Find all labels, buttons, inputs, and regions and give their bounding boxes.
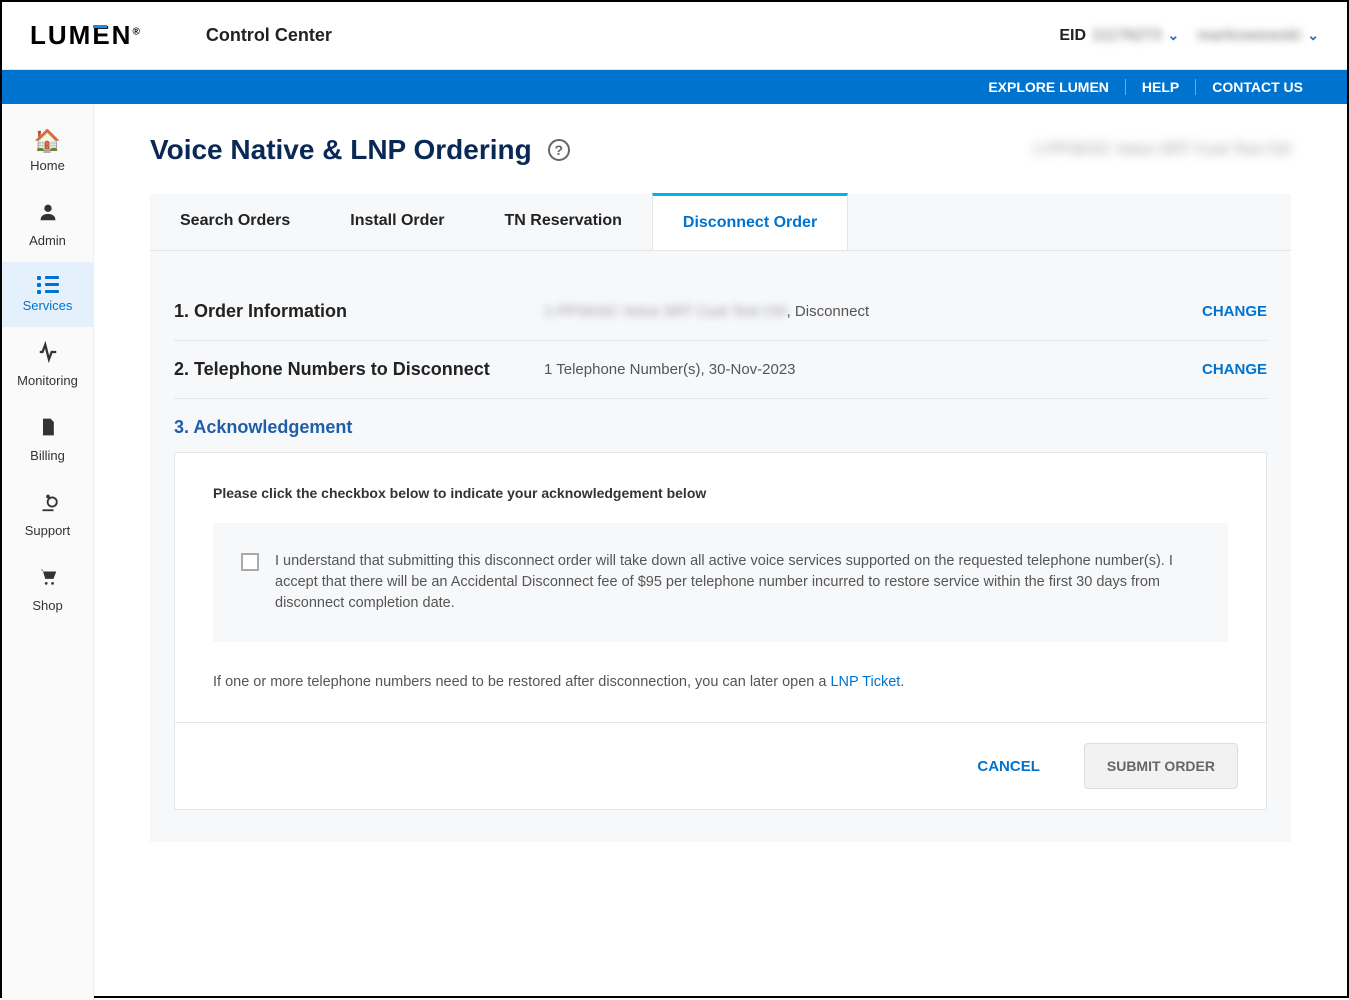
user-icon	[37, 201, 59, 229]
chevron-down-icon: ⌄	[1307, 27, 1319, 44]
sidebar-item-label: Monitoring	[17, 373, 78, 388]
invoice-icon	[38, 416, 58, 444]
page-title: Voice Native & LNP Ordering	[150, 134, 532, 166]
chevron-down-icon: ⌄	[1167, 27, 1179, 44]
step-summary: 1-PPSKSC Voice SRT Cust Test Ctrl, Disco…	[544, 303, 1202, 320]
tab-bar: Search Orders Install Order TN Reservati…	[150, 194, 1291, 251]
sidebar-item-label: Shop	[32, 598, 62, 613]
lnp-ticket-link[interactable]: LNP Ticket	[830, 674, 900, 690]
cancel-button[interactable]: CANCEL	[961, 746, 1056, 787]
submit-order-button[interactable]: SUBMIT ORDER	[1084, 743, 1238, 789]
sidebar-item-home[interactable]: 🏠 Home	[2, 114, 93, 187]
restore-note: If one or more telephone numbers need to…	[213, 674, 1228, 690]
app-header: LUMEN® Control Center EID 11176273 ⌄ mar…	[2, 2, 1347, 70]
tab-search-orders[interactable]: Search Orders	[150, 194, 320, 250]
nav-explore-lumen[interactable]: EXPLORE LUMEN	[972, 79, 1125, 95]
sidebar-item-admin[interactable]: Admin	[2, 187, 93, 262]
step-title: 2. Telephone Numbers to Disconnect	[174, 359, 544, 380]
customer-name: 1-PPSKSC Voice SRT Cust Test Ctrl	[1032, 141, 1291, 159]
acknowledgement-card: Please click the checkbox below to indic…	[174, 452, 1267, 810]
nav-help[interactable]: HELP	[1125, 79, 1195, 95]
activity-icon	[37, 341, 59, 369]
user-value: markowewski	[1197, 27, 1301, 45]
disconnect-panel: 1. Order Information 1-PPSKSC Voice SRT …	[150, 251, 1291, 842]
ack-text: I understand that submitting this discon…	[275, 551, 1200, 614]
step-telephone-numbers: 2. Telephone Numbers to Disconnect 1 Tel…	[174, 341, 1267, 399]
step-title: 1. Order Information	[174, 301, 544, 322]
list-icon	[37, 276, 59, 294]
change-order-info-button[interactable]: CHANGE	[1202, 303, 1267, 320]
top-navbar: EXPLORE LUMEN HELP CONTACT US	[2, 70, 1347, 104]
sidebar-item-monitoring[interactable]: Monitoring	[2, 327, 93, 402]
sidebar-item-shop[interactable]: Shop	[2, 552, 93, 627]
tab-install-order[interactable]: Install Order	[320, 194, 474, 250]
cart-icon	[37, 566, 59, 594]
step-order-information: 1. Order Information 1-PPSKSC Voice SRT …	[174, 283, 1267, 341]
nav-contact-us[interactable]: CONTACT US	[1195, 79, 1319, 95]
gear-user-icon	[37, 491, 59, 519]
user-dropdown[interactable]: markowewski ⌄	[1197, 27, 1319, 45]
sidebar-item-support[interactable]: Support	[2, 477, 93, 552]
sidebar: 🏠 Home Admin Services Monitoring Bill	[2, 104, 94, 1000]
tab-disconnect-order[interactable]: Disconnect Order	[652, 193, 848, 250]
help-icon[interactable]: ?	[548, 139, 570, 161]
step-summary: 1 Telephone Number(s), 30-Nov-2023	[544, 361, 1202, 378]
card-footer: CANCEL SUBMIT ORDER	[175, 722, 1266, 809]
sidebar-item-label: Admin	[29, 233, 66, 248]
step-acknowledgement-title: 3. Acknowledgement	[174, 417, 1267, 438]
header-subtitle: Control Center	[206, 25, 332, 46]
sidebar-item-label: Support	[25, 523, 71, 538]
eid-value: 11176273	[1092, 27, 1161, 45]
brand-logo: LUMEN®	[30, 20, 142, 51]
main-content: Voice Native & LNP Ordering ? 1-PPSKSC V…	[94, 104, 1347, 1000]
sidebar-item-billing[interactable]: Billing	[2, 402, 93, 477]
header-right: EID 11176273 ⌄ markowewski ⌄	[1059, 27, 1319, 45]
sidebar-item-services[interactable]: Services	[2, 262, 93, 327]
tab-tn-reservation[interactable]: TN Reservation	[475, 194, 652, 250]
ack-checkbox[interactable]	[241, 553, 259, 571]
change-tn-button[interactable]: CHANGE	[1202, 361, 1267, 378]
eid-label: EID	[1059, 27, 1086, 45]
ack-instruction: Please click the checkbox below to indic…	[213, 485, 1228, 501]
home-icon: 🏠	[34, 128, 61, 154]
sidebar-item-label: Home	[30, 158, 65, 173]
eid-dropdown[interactable]: EID 11176273 ⌄	[1059, 27, 1179, 45]
ack-checkbox-row: I understand that submitting this discon…	[213, 523, 1228, 642]
sidebar-item-label: Services	[23, 298, 73, 313]
sidebar-item-label: Billing	[30, 448, 65, 463]
